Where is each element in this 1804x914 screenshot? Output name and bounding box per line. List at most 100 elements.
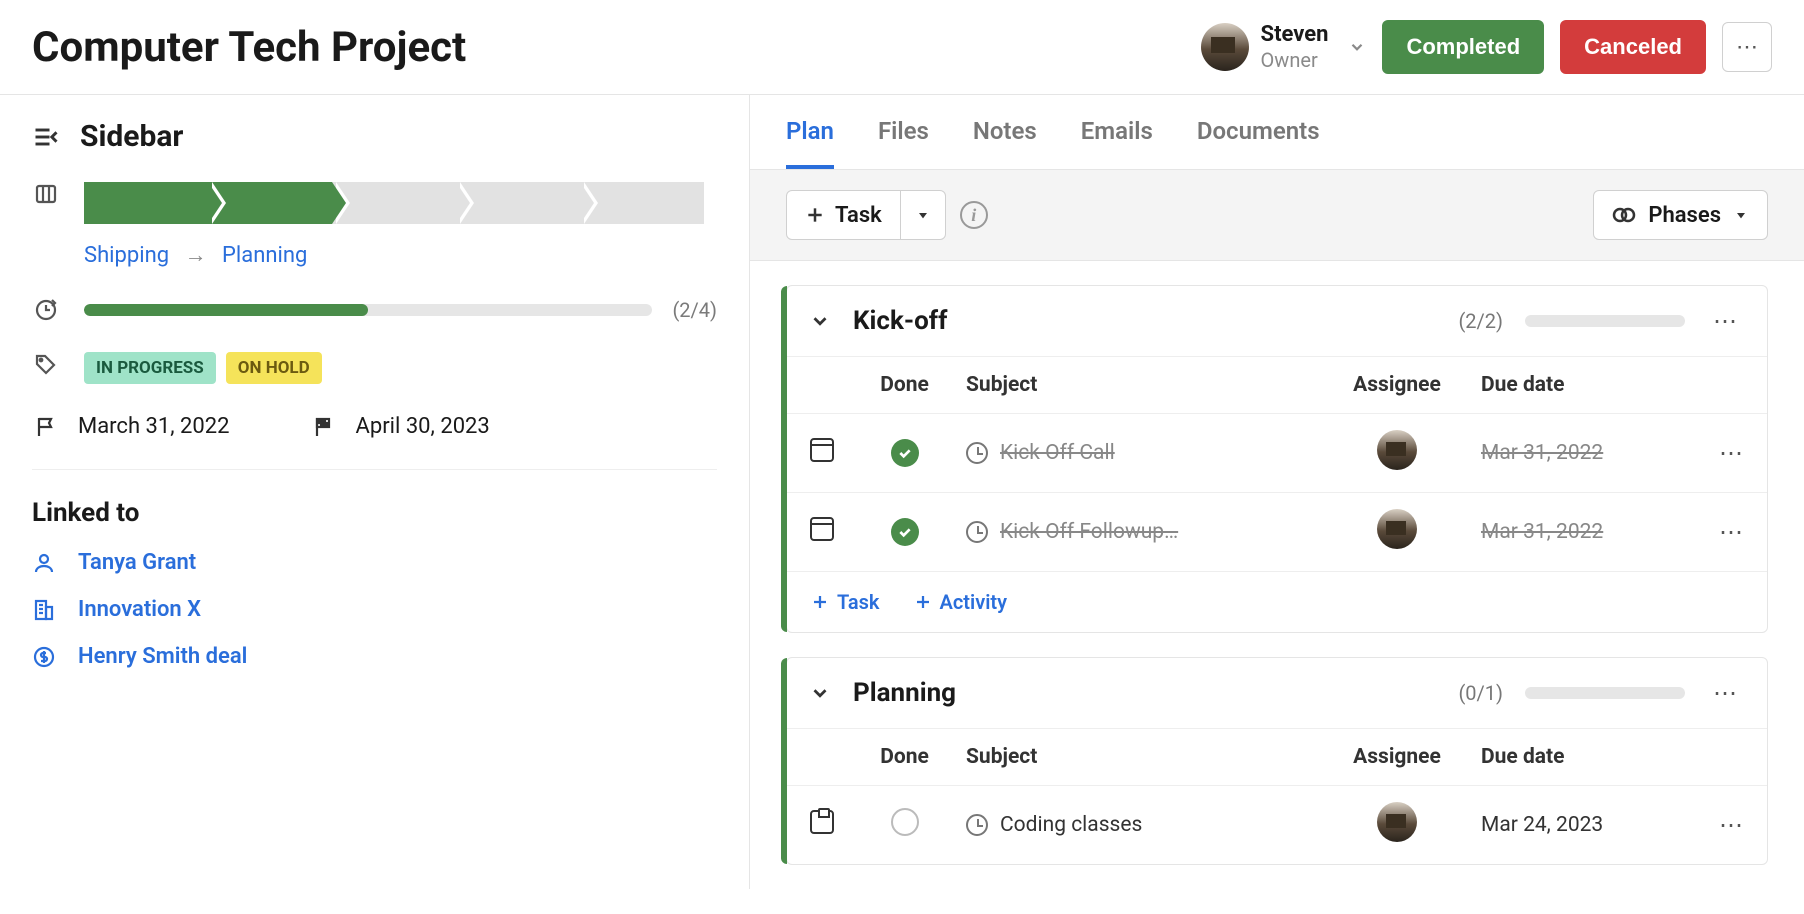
stage-step[interactable] [456,182,580,224]
task-subject: Coding classes [1000,813,1142,837]
phases-list: Kick-off (2/2) ⋯ Done Subject Assignee D… [750,285,1804,865]
task-due: Mar 24, 2023 [1481,813,1603,837]
sidebar: Sidebar Shipping → Planning [0,95,750,889]
done-check-icon[interactable] [891,439,919,467]
user-menu[interactable]: Steven Owner [1201,21,1367,74]
stage-breadcrumb: Shipping → Planning [84,242,704,268]
more-actions-button[interactable]: ⋯ [1722,22,1772,72]
board-icon [32,182,60,206]
phase-progress-bar [1525,687,1685,699]
tab-documents[interactable]: Documents [1197,117,1320,169]
phases-icon [1612,203,1636,227]
linked-item-person[interactable]: Tanya Grant [32,550,717,575]
avatar[interactable] [1377,802,1417,842]
col-done: Done [857,729,952,786]
phase-more-button[interactable]: ⋯ [1707,679,1745,707]
tab-emails[interactable]: Emails [1081,117,1153,169]
progress-bar [84,304,652,316]
task-subject: Kick Off Call [1000,441,1115,465]
canceled-button[interactable]: Canceled [1560,20,1706,74]
phases-label: Phases [1648,203,1721,228]
phase-count: (0/1) [1458,681,1503,705]
linked-title: Linked to [32,498,717,528]
progress-fill [84,304,368,316]
task-more-button[interactable]: ⋯ [1713,439,1751,467]
add-task-button-group: Task [786,190,946,240]
linked-item-company[interactable]: Innovation X [32,597,717,622]
app-header: Computer Tech Project Steven Owner Compl… [0,0,1804,95]
phase-title: Planning [853,678,956,708]
linked-item-label: Tanya Grant [78,550,196,575]
linked-item-label: Innovation X [78,597,201,622]
col-assignee: Assignee [1327,729,1467,786]
plan-toolbar: Task i Phases [750,170,1804,261]
more-icon: ⋯ [1736,34,1758,60]
end-date: April 30, 2023 [356,414,490,439]
stage-step[interactable] [84,182,208,224]
tab-notes[interactable]: Notes [973,117,1037,169]
phases-dropdown[interactable]: Phases [1593,190,1768,240]
sidebar-title: Sidebar [80,119,183,154]
tag-in-progress[interactable]: IN PROGRESS [84,352,216,384]
avatar [1201,23,1249,71]
progress-icon [32,298,60,322]
col-done: Done [857,357,952,414]
phase-title: Kick-off [853,306,947,336]
info-icon[interactable]: i [960,201,988,229]
add-task-dropdown[interactable] [900,191,945,239]
add-task-button[interactable]: Task [787,203,900,228]
col-subject: Subject [952,357,1327,414]
linked-item-deal[interactable]: Henry Smith deal [32,644,717,669]
completed-button[interactable]: Completed [1382,20,1544,74]
phase-toggle[interactable] [809,682,831,704]
phase-count: (2/2) [1458,309,1503,333]
linked-item-label: Henry Smith deal [78,644,247,669]
stage-step[interactable] [332,182,456,224]
header-actions: Steven Owner Completed Canceled ⋯ [1201,20,1772,74]
collapse-sidebar-icon[interactable] [32,123,60,151]
phase-progress-bar [1525,315,1685,327]
stage-step[interactable] [208,182,332,224]
tab-plan[interactable]: Plan [786,117,834,169]
avatar[interactable] [1377,430,1417,470]
task-more-button[interactable]: ⋯ [1713,811,1751,839]
stage-step[interactable] [580,182,704,224]
phase-accent [781,658,787,864]
calendar-icon [810,438,834,462]
clock-icon [966,442,988,464]
stage-link-to[interactable]: Planning [222,243,307,268]
phase-add-activity[interactable]: Activity [914,590,1008,614]
phase-toggle[interactable] [809,310,831,332]
phase-add-activity-label: Activity [940,590,1008,614]
divider [32,469,717,470]
col-due: Due date [1467,357,1697,414]
stage-link-from[interactable]: Shipping [84,243,169,268]
stage-pipeline[interactable] [84,182,704,224]
avatar[interactable] [1377,509,1417,549]
tab-files[interactable]: Files [878,117,929,169]
clock-icon [966,521,988,543]
content: Plan Files Notes Emails Documents Task i [750,95,1804,889]
plus-icon [805,205,825,225]
tag-on-hold[interactable]: ON HOLD [226,352,322,384]
task-row[interactable]: Coding classes Mar 24, 2023 ⋯ [787,786,1767,865]
end-flag-icon [310,415,338,439]
col-subject: Subject [952,729,1327,786]
phase-add-task[interactable]: Task [811,590,880,614]
task-more-button[interactable]: ⋯ [1713,518,1751,546]
task-row[interactable]: Kick Off Call Mar 31, 2022 ⋯ [787,414,1767,493]
clipboard-icon [810,810,834,834]
tag-icon [32,352,60,376]
add-task-label: Task [835,203,882,228]
tabs: Plan Files Notes Emails Documents [750,95,1804,170]
linked-list: Tanya Grant Innovation X Henry Smith deal [32,550,717,669]
done-check-icon[interactable] [891,518,919,546]
col-due: Due date [1467,729,1697,786]
phase-more-button[interactable]: ⋯ [1707,307,1745,335]
task-row[interactable]: Kick Off Followup… Mar 31, 2022 ⋯ [787,493,1767,572]
task-subject: Kick Off Followup… [1000,520,1178,544]
user-name: Steven [1261,21,1329,49]
done-empty-icon[interactable] [891,808,919,836]
person-icon [32,551,56,575]
progress-count: (2/4) [672,298,717,322]
